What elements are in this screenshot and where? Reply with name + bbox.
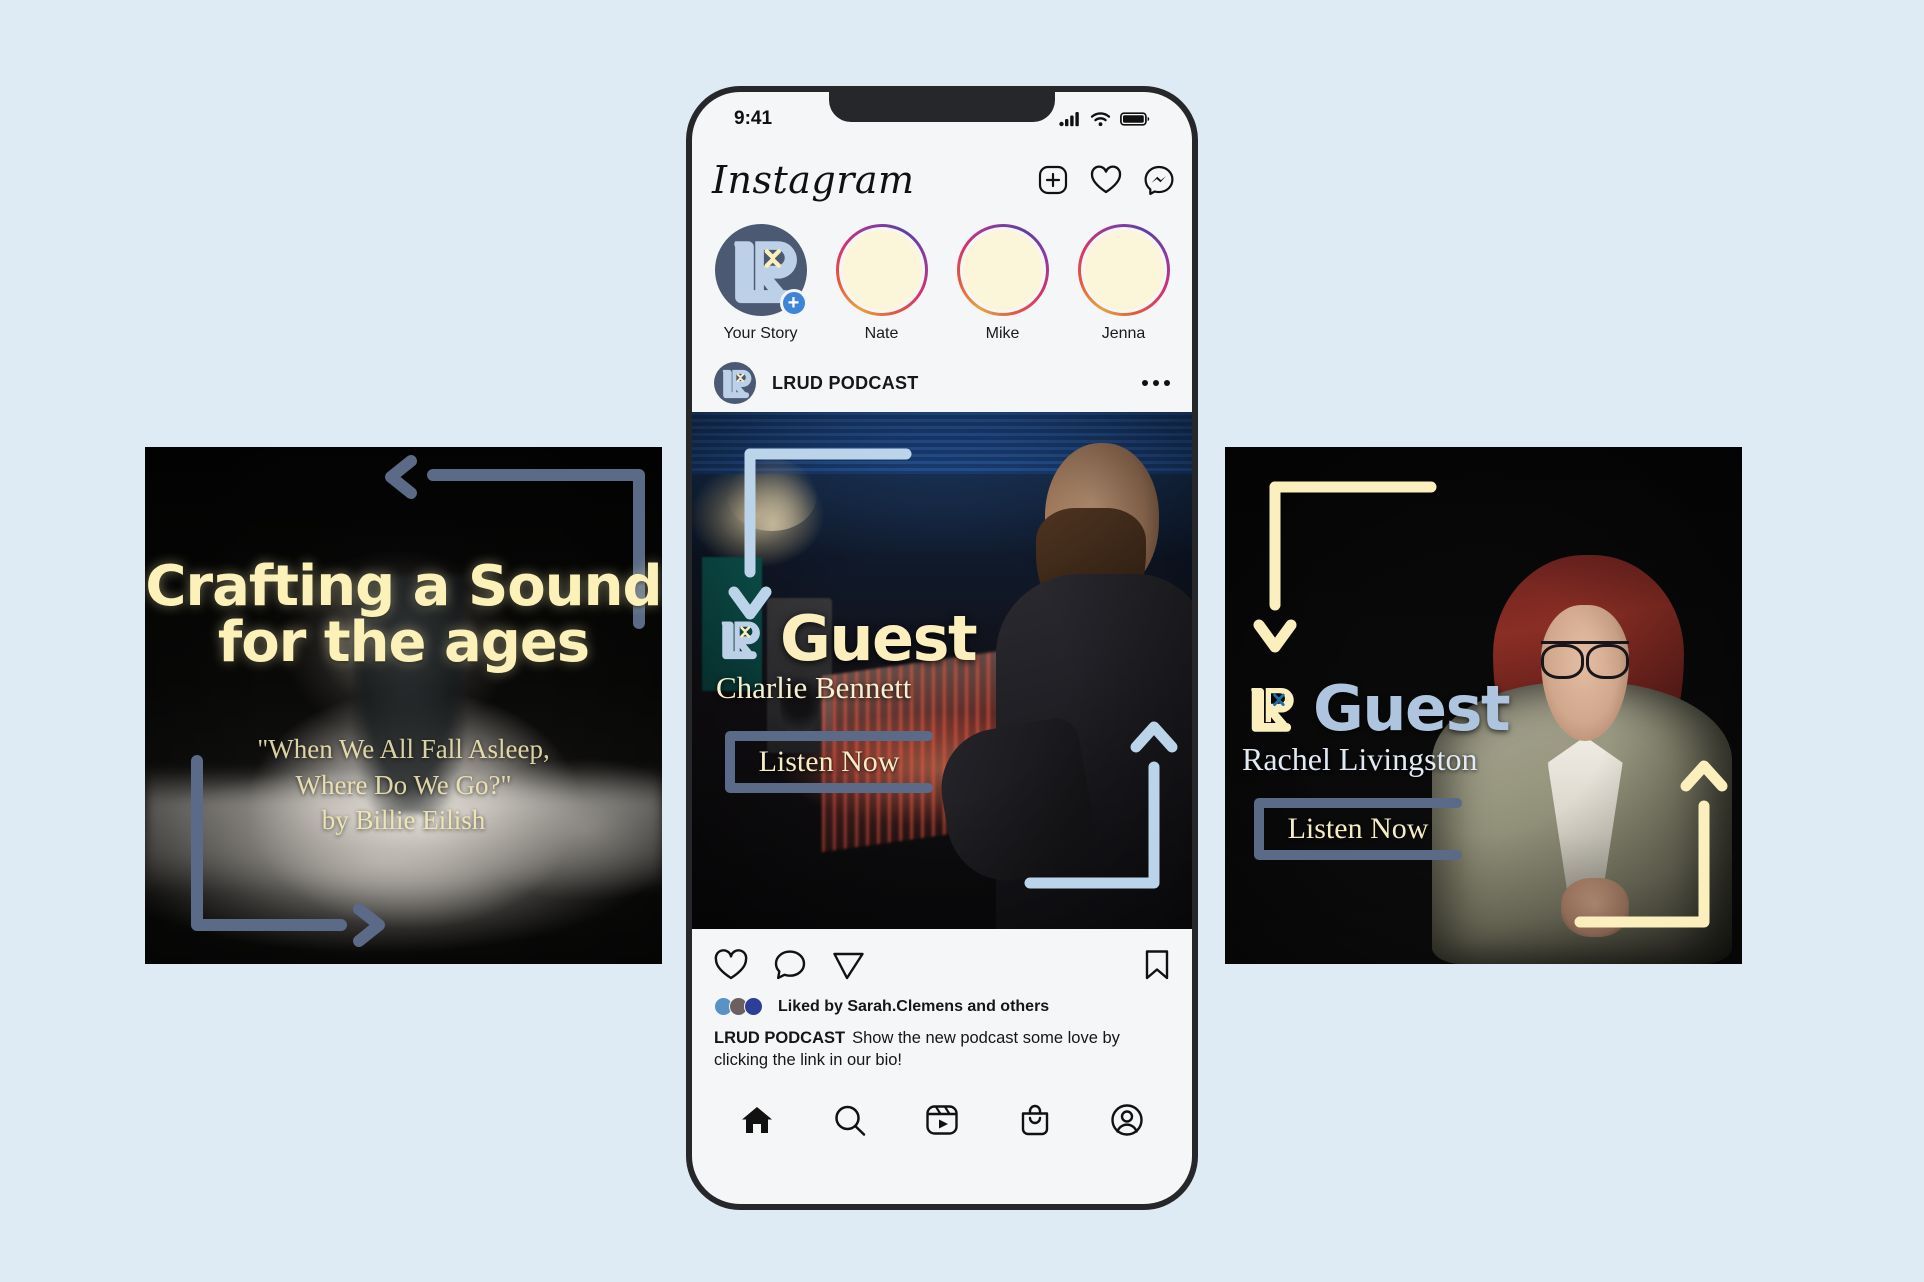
liked-by-avatars xyxy=(714,997,763,1016)
post-media-listen-now-button[interactable]: Listen Now xyxy=(724,730,934,794)
story-ring xyxy=(956,224,1049,316)
left-card-photo xyxy=(145,447,662,964)
signal-bars-icon xyxy=(1059,112,1079,127)
story-label: Jenna xyxy=(1101,325,1146,342)
shop-bag-icon[interactable] xyxy=(1019,1103,1051,1137)
comment-icon[interactable] xyxy=(774,949,806,981)
stories-tray[interactable]: + Your Story Nate Mike Jenna xyxy=(692,224,1192,352)
phone-mockup: 9:41 Instagram + Your Story Nate Mike Je… xyxy=(686,86,1198,1210)
left-card-title: Crafting a Sound for the ages xyxy=(145,554,662,675)
post-caption: LRUD PODCAST Show the new podcast some lo… xyxy=(714,1027,1170,1072)
right-card-listen-now-button[interactable]: Listen Now xyxy=(1253,797,1463,861)
add-post-icon[interactable] xyxy=(1038,165,1068,195)
post-action-bar xyxy=(692,937,1192,993)
right-card-heading-row: Guest xyxy=(1243,672,1511,745)
post-header: LRUD PODCAST xyxy=(692,355,1192,411)
poster-canvas: Crafting a Sound for the ages "When We A… xyxy=(0,0,1924,1282)
post-media-guest-name: Charlie Bennett xyxy=(716,670,912,705)
podcast-card-left[interactable]: Crafting a Sound for the ages "When We A… xyxy=(145,447,662,964)
story-ring xyxy=(835,224,928,316)
more-options-icon[interactable] xyxy=(1142,380,1170,386)
activity-heart-icon[interactable] xyxy=(1090,165,1122,195)
story-ring xyxy=(1077,224,1170,316)
post-media-heading-row: Guest xyxy=(710,602,978,675)
right-card-heading: Guest xyxy=(1313,672,1511,745)
story-label: Mike xyxy=(985,325,1020,342)
your-story-avatar: + xyxy=(714,224,808,317)
instagram-wordmark: Instagram xyxy=(712,158,915,202)
add-story-badge-icon[interactable]: + xyxy=(779,289,808,317)
right-card-listen-now-label: Listen Now xyxy=(1287,812,1429,845)
liked-by-text: Liked by Sarah.Clemens and others xyxy=(778,997,1050,1015)
left-card-subtitle: "When We All Fall Asleep, Where Do We Go… xyxy=(257,734,550,836)
status-bar: 9:41 xyxy=(692,102,1192,136)
podcast-card-right[interactable]: Guest Rachel Livingston Listen Now xyxy=(1225,447,1742,964)
post-media-listen-now-label: Listen Now xyxy=(758,745,900,778)
like-icon[interactable] xyxy=(714,949,748,981)
liked-by-row[interactable]: Liked by Sarah.Clemens and others xyxy=(714,997,1049,1016)
messenger-icon[interactable] xyxy=(1144,165,1174,195)
lrud-logo-icon xyxy=(722,369,752,399)
right-card-guest-name: Rachel Livingston xyxy=(1242,741,1478,777)
home-icon[interactable] xyxy=(740,1103,774,1137)
story-label: Nate xyxy=(864,325,899,342)
instagram-header: Instagram xyxy=(692,148,1192,212)
story-mike[interactable]: Mike xyxy=(948,224,1057,343)
post-media[interactable]: Guest Charlie Bennett Listen Now xyxy=(692,412,1192,929)
save-bookmark-icon[interactable] xyxy=(1144,949,1170,981)
search-icon[interactable] xyxy=(833,1104,866,1137)
post-author-avatar[interactable] xyxy=(714,362,756,404)
story-your-story[interactable]: + Your Story xyxy=(706,224,815,343)
bottom-tab-bar[interactable] xyxy=(692,1088,1192,1152)
post-media-heading: Guest xyxy=(780,602,978,675)
status-bar-clock: 9:41 xyxy=(734,108,773,129)
caption-author[interactable]: LRUD PODCAST xyxy=(714,1029,845,1047)
share-icon[interactable] xyxy=(832,949,865,981)
reels-icon[interactable] xyxy=(925,1103,959,1137)
story-label: Your Story xyxy=(723,325,798,342)
wifi-icon xyxy=(1090,112,1111,127)
story-jenna[interactable]: Jenna xyxy=(1069,224,1178,343)
post-author-name[interactable]: LRUD PODCAST xyxy=(772,373,919,394)
battery-icon xyxy=(1120,112,1150,126)
lrud-logo-icon xyxy=(1251,687,1294,732)
profile-icon[interactable] xyxy=(1110,1103,1144,1137)
lrud-logo-icon xyxy=(721,621,760,659)
story-nate[interactable]: Nate xyxy=(827,224,936,343)
